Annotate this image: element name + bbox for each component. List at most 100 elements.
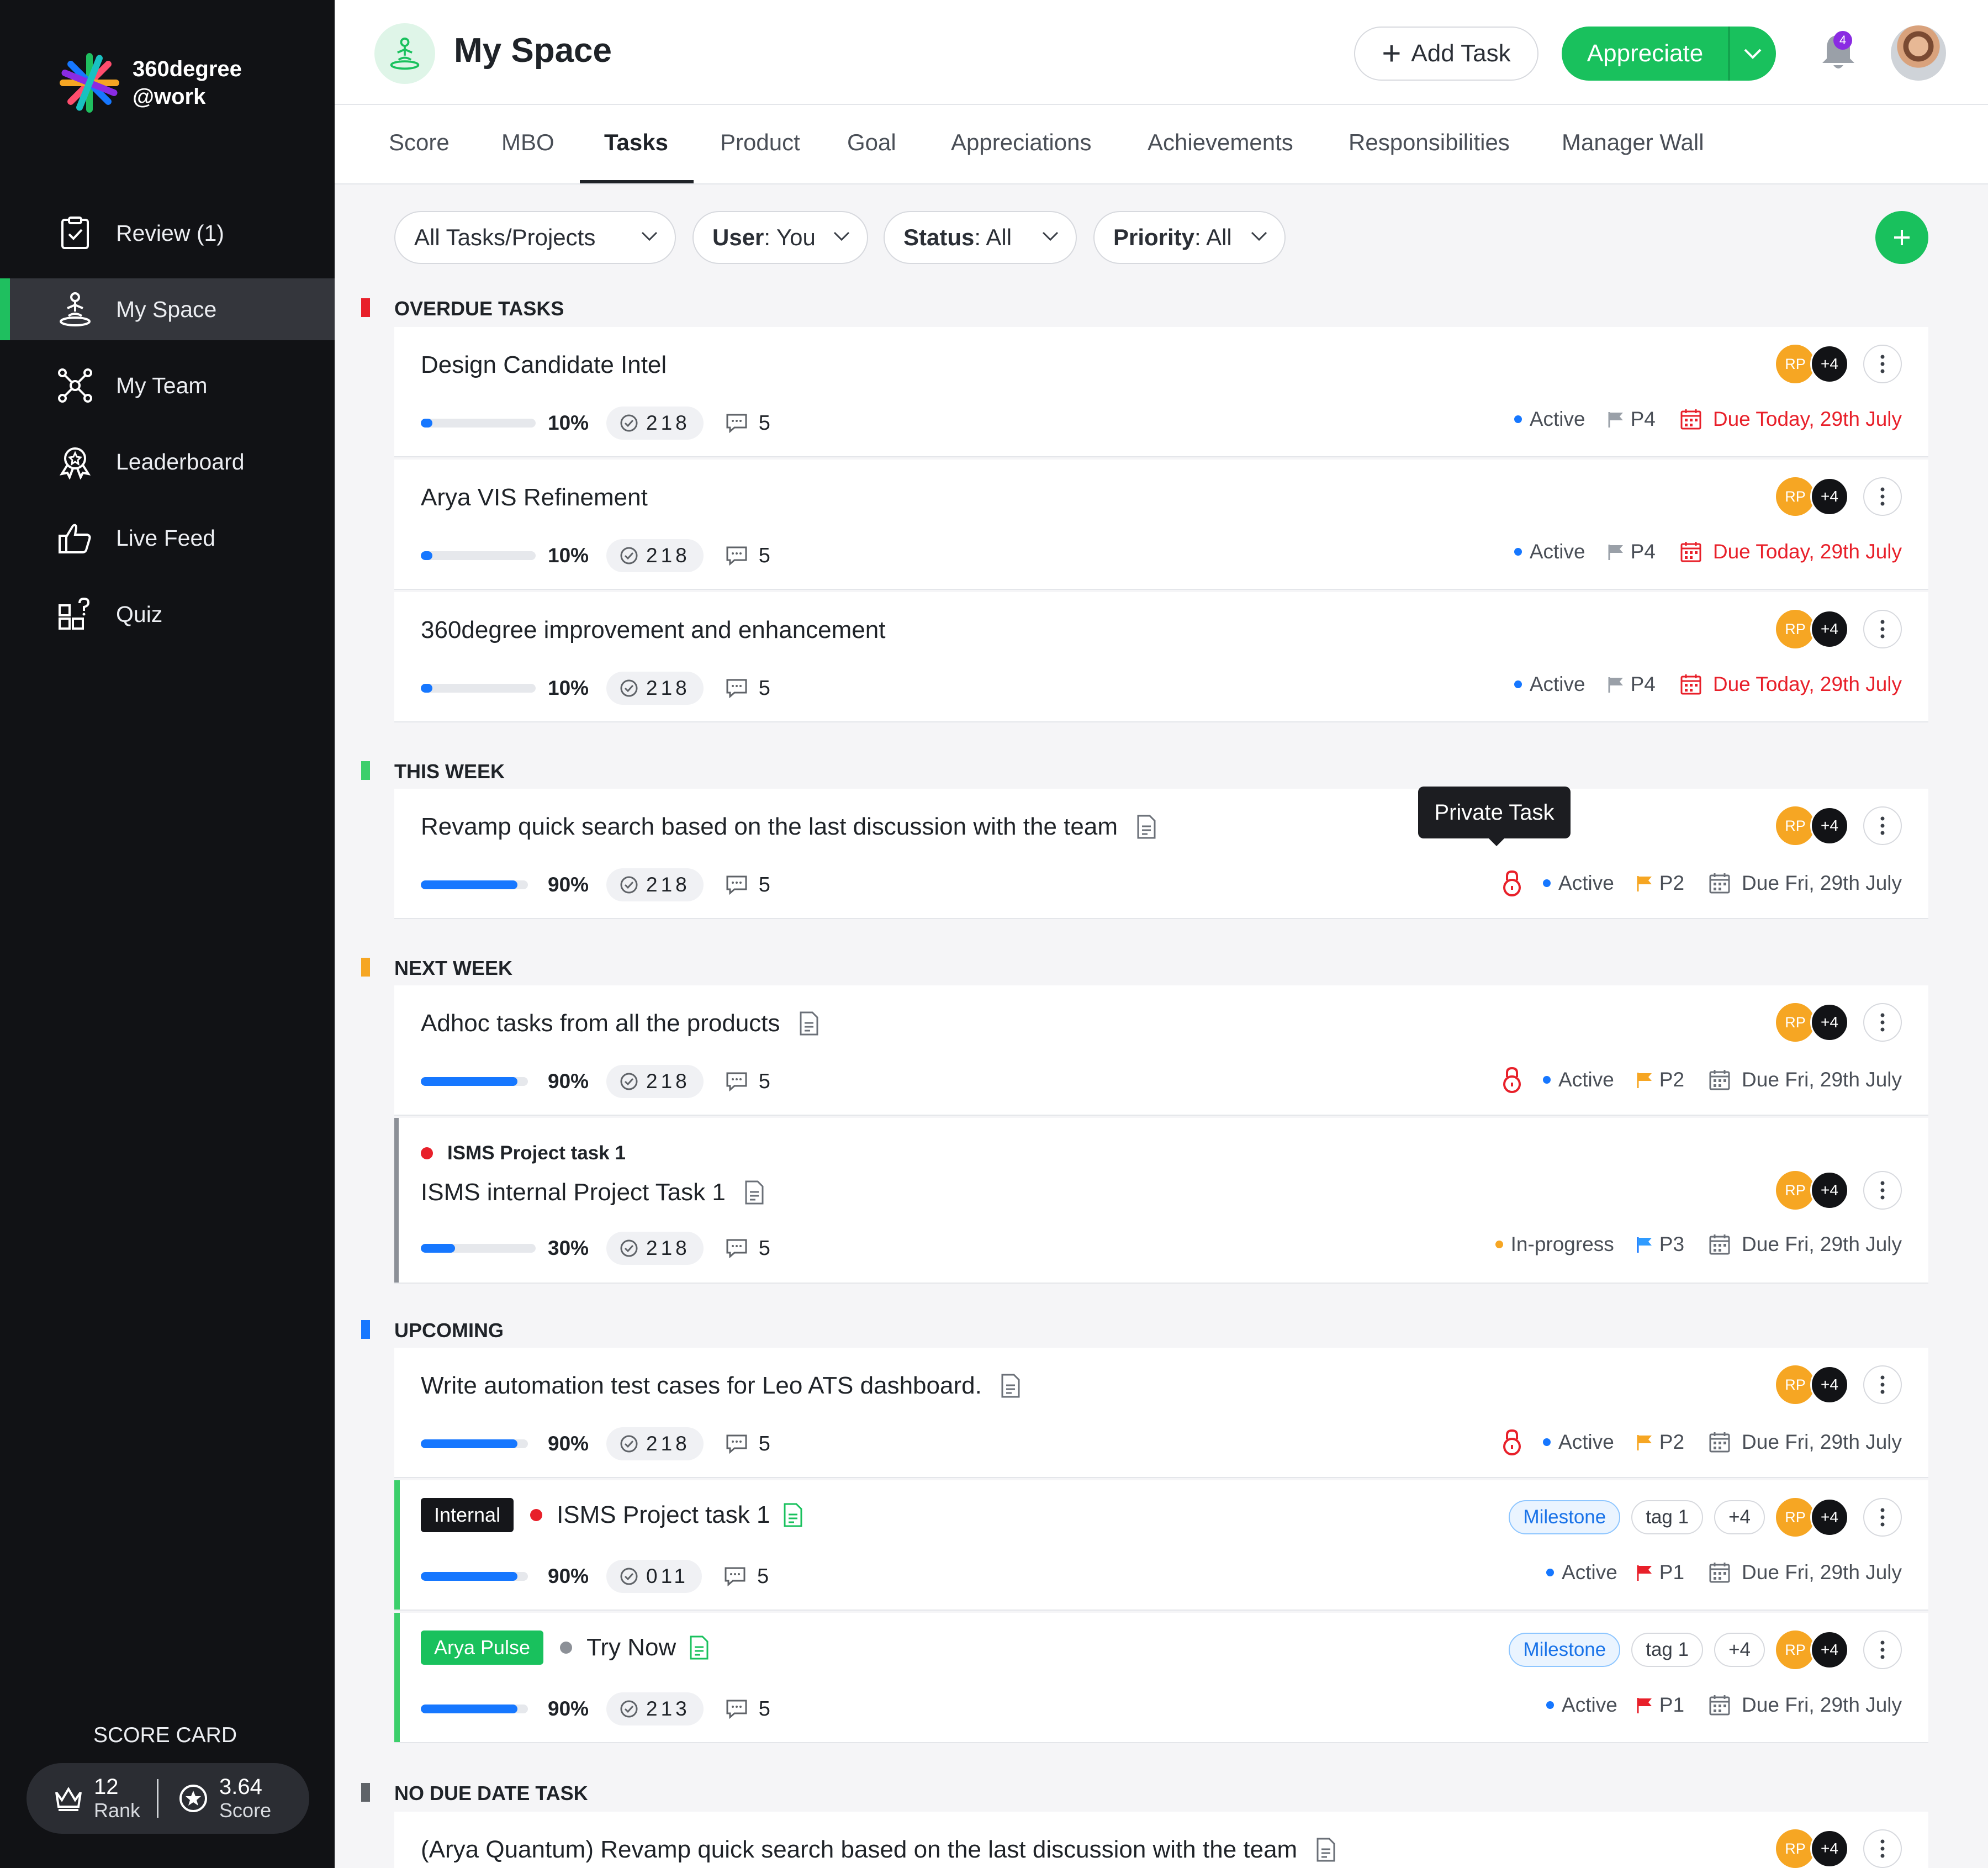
task-title[interactable]: Adhoc tasks from all the products — [421, 1010, 819, 1037]
more-options-icon[interactable] — [1863, 1003, 1902, 1042]
assignee-avatar[interactable]: RP — [1776, 1498, 1815, 1537]
subtask-count[interactable]: 218 — [606, 1065, 704, 1098]
sidebar-item-quiz[interactable]: Quiz — [0, 583, 335, 645]
comments-count[interactable]: 5 — [726, 873, 770, 897]
tag-chip[interactable]: tag 1 — [1631, 1500, 1704, 1534]
task-card[interactable]: Internal ISMS Project task 1 90% 011 5 M… — [394, 1480, 1928, 1611]
sidebar-item-live-feed[interactable]: Live Feed — [0, 507, 335, 569]
lock-icon[interactable] — [1502, 1428, 1522, 1456]
more-tags-chip[interactable]: +4 — [1714, 1633, 1765, 1667]
task-title[interactable]: Design Candidate Intel — [421, 351, 667, 379]
assignee-avatar[interactable]: RP — [1776, 806, 1815, 845]
comments-count[interactable]: 5 — [726, 677, 770, 700]
assignee-avatar[interactable]: RP — [1776, 1630, 1815, 1669]
task-title[interactable]: Arya Pulse Try Now — [421, 1630, 709, 1665]
assignee-avatar[interactable]: RP — [1776, 1003, 1815, 1042]
task-card[interactable]: Arya VIS Refinement 10% 218 5 RP +4 Acti… — [394, 460, 1928, 590]
tab-manager-wall[interactable]: Manager Wall — [1562, 129, 1704, 156]
tag-chip[interactable]: tag 1 — [1631, 1633, 1704, 1667]
due-date[interactable]: Due Fri, 29th July — [1709, 1068, 1902, 1091]
more-assignees[interactable]: +4 — [1810, 1003, 1849, 1042]
more-tags-chip[interactable]: +4 — [1714, 1500, 1765, 1534]
task-title[interactable]: (Arya Quantum) Revamp quick search based… — [421, 1836, 1336, 1864]
sidebar-item-review[interactable]: Review (1) — [0, 202, 335, 264]
task-card[interactable]: (Arya Quantum) Revamp quick search based… — [394, 1812, 1928, 1868]
more-assignees[interactable]: +4 — [1810, 610, 1849, 648]
comments-count[interactable]: 5 — [726, 544, 770, 568]
subtask-count[interactable]: 011 — [606, 1560, 702, 1593]
task-card[interactable]: Revamp quick search based on the last di… — [394, 789, 1928, 919]
add-task-button[interactable]: + Add Task — [1354, 27, 1538, 81]
sidebar-item-my-space[interactable]: My Space — [0, 278, 335, 340]
more-options-icon[interactable] — [1863, 806, 1902, 845]
more-assignees[interactable]: +4 — [1810, 1498, 1849, 1537]
due-date[interactable]: Due Fri, 29th July — [1709, 872, 1902, 895]
tab-achievements[interactable]: Achievements — [1148, 129, 1293, 156]
more-options-icon[interactable] — [1863, 610, 1902, 648]
task-card[interactable]: Arya Pulse Try Now 90% 213 5 Milestone t… — [394, 1613, 1928, 1743]
task-card[interactable]: Adhoc tasks from all the products 90% 21… — [394, 985, 1928, 1116]
more-assignees[interactable]: +4 — [1810, 345, 1849, 383]
subtask-count[interactable]: 213 — [606, 1692, 704, 1725]
assignee-avatar[interactable]: RP — [1776, 1829, 1815, 1868]
due-date[interactable]: Due Today, 29th July — [1680, 540, 1902, 563]
task-title[interactable]: Write automation test cases for Leo ATS … — [421, 1372, 1021, 1400]
more-options-icon[interactable] — [1863, 477, 1902, 516]
more-assignees[interactable]: +4 — [1810, 1829, 1849, 1868]
more-options-icon[interactable] — [1863, 1630, 1902, 1669]
task-title[interactable]: Arya VIS Refinement — [421, 484, 648, 511]
project-label[interactable]: ISMS Project task 1 — [421, 1142, 626, 1164]
task-title[interactable]: ISMS internal Project Task 1 — [421, 1179, 764, 1206]
assignee-avatar[interactable]: RP — [1776, 477, 1815, 516]
tab-product[interactable]: Product — [720, 129, 800, 156]
due-date[interactable]: Due Fri, 29th July — [1709, 1233, 1902, 1256]
more-options-icon[interactable] — [1863, 1171, 1902, 1210]
user-avatar[interactable] — [1891, 25, 1946, 81]
comments-count[interactable]: 5 — [726, 1697, 770, 1721]
more-assignees[interactable]: +4 — [1810, 477, 1849, 516]
tab-mbo[interactable]: MBO — [501, 129, 554, 156]
more-assignees[interactable]: +4 — [1810, 1365, 1849, 1404]
add-button[interactable] — [1875, 211, 1928, 264]
tab-goal[interactable]: Goal — [847, 129, 896, 156]
status-filter-dropdown[interactable]: Status: All — [884, 211, 1077, 264]
task-card[interactable]: Design Candidate Intel 10% 218 5 RP +4 A… — [394, 327, 1928, 457]
milestone-tag[interactable]: Milestone — [1509, 1633, 1621, 1667]
chevron-down-icon[interactable] — [1730, 48, 1776, 59]
milestone-tag[interactable]: Milestone — [1509, 1500, 1621, 1534]
comments-count[interactable]: 5 — [726, 1237, 770, 1260]
task-card[interactable]: Write automation test cases for Leo ATS … — [394, 1348, 1928, 1478]
priority-filter-dropdown[interactable]: Priority: All — [1093, 211, 1286, 264]
due-date[interactable]: Due Fri, 29th July — [1709, 1561, 1902, 1584]
comments-count[interactable]: 5 — [726, 1432, 770, 1456]
assignee-avatar[interactable]: RP — [1776, 1365, 1815, 1404]
tab-appreciations[interactable]: Appreciations — [951, 129, 1091, 156]
task-title[interactable]: Internal ISMS Project task 1 — [421, 1498, 803, 1532]
scorecard[interactable]: 12 Rank 3.64 Score — [27, 1763, 309, 1834]
due-date[interactable]: Due Today, 29th July — [1680, 673, 1902, 696]
subtask-count[interactable]: 218 — [606, 1232, 704, 1265]
tab-score[interactable]: Score — [389, 129, 450, 156]
task-card[interactable]: ISMS Project task 1 ISMS internal Projec… — [394, 1118, 1928, 1284]
due-date[interactable]: Due Fri, 29th July — [1709, 1431, 1902, 1454]
tasks-filter-dropdown[interactable]: All Tasks/Projects — [394, 211, 676, 264]
subtask-count[interactable]: 218 — [606, 672, 704, 705]
subtask-count[interactable]: 218 — [606, 539, 704, 572]
subtask-count[interactable]: 218 — [606, 1427, 704, 1460]
brand-logo[interactable]: 360degree @work — [57, 51, 242, 115]
assignee-avatar[interactable]: RP — [1776, 345, 1815, 383]
due-date[interactable]: Due Fri, 29th July — [1709, 1693, 1902, 1717]
task-title[interactable]: Revamp quick search based on the last di… — [421, 813, 1156, 841]
sidebar-item-my-team[interactable]: My Team — [0, 355, 335, 416]
subtask-count[interactable]: 218 — [606, 868, 704, 901]
tab-tasks[interactable]: Tasks — [604, 129, 668, 156]
lock-icon[interactable] — [1502, 1066, 1522, 1094]
comments-count[interactable]: 5 — [724, 1565, 769, 1589]
appreciate-button[interactable]: Appreciate — [1562, 27, 1776, 81]
task-title[interactable]: 360degree improvement and enhancement — [421, 616, 885, 644]
task-card[interactable]: 360degree improvement and enhancement 10… — [394, 592, 1928, 722]
more-assignees[interactable]: +4 — [1810, 1630, 1849, 1669]
subtask-count[interactable]: 218 — [606, 407, 704, 440]
assignee-avatar[interactable]: RP — [1776, 610, 1815, 648]
due-date[interactable]: Due Today, 29th July — [1680, 408, 1902, 431]
